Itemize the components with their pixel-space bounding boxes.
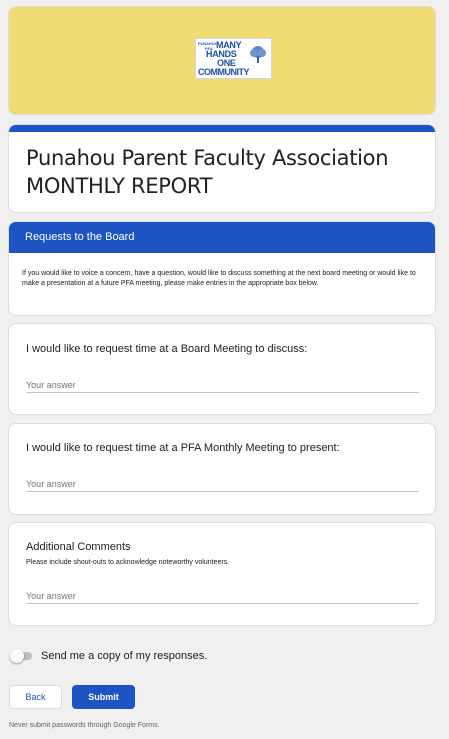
logo-text-community: COMMUNITY	[198, 67, 250, 77]
board-meeting-answer-input[interactable]	[26, 377, 419, 393]
submit-button[interactable]: Submit	[72, 685, 135, 709]
question-title: Additional Comments	[26, 541, 131, 553]
question-title: I would like to request time at a PFA Mo…	[26, 442, 340, 454]
pfa-meeting-answer-input[interactable]	[26, 476, 419, 492]
send-copy-label: Send me a copy of my responses.	[41, 650, 208, 662]
password-warning: Never submit passwords through Google Fo…	[9, 722, 160, 729]
pfa-logo: PUNAHOU PFA MANY HANDS ONE COMMUNITY	[195, 38, 272, 79]
question-help-text: Please include shout-outs to acknowledge…	[26, 559, 230, 566]
additional-comments-answer-input[interactable]	[26, 588, 419, 604]
question-card-board-meeting: I would like to request time at a Board …	[8, 323, 436, 415]
question-title: I would like to request time at a Board …	[26, 343, 308, 355]
section-header: Requests to the Board	[9, 222, 435, 253]
section-description: If you would like to voice a concern, ha…	[22, 270, 416, 287]
tree-icon	[250, 46, 266, 63]
title-accent-bar	[9, 125, 435, 132]
header-banner: PUNAHOU PFA MANY HANDS ONE COMMUNITY	[8, 6, 436, 115]
form-title: Punahou Parent Faculty Association MONTH…	[26, 146, 389, 198]
send-copy-toggle-row[interactable]: Send me a copy of my responses.	[8, 648, 308, 664]
back-button[interactable]: Back	[9, 685, 62, 709]
toggle-knob	[10, 649, 24, 663]
question-card-pfa-meeting: I would like to request time at a PFA Mo…	[8, 423, 436, 515]
send-copy-toggle[interactable]	[10, 649, 32, 663]
form-title-card: Punahou Parent Faculty Association MONTH…	[8, 124, 436, 213]
question-card-additional-comments: Additional Comments Please include shout…	[8, 522, 436, 626]
section-card: Requests to the Board If you would like …	[8, 221, 436, 316]
